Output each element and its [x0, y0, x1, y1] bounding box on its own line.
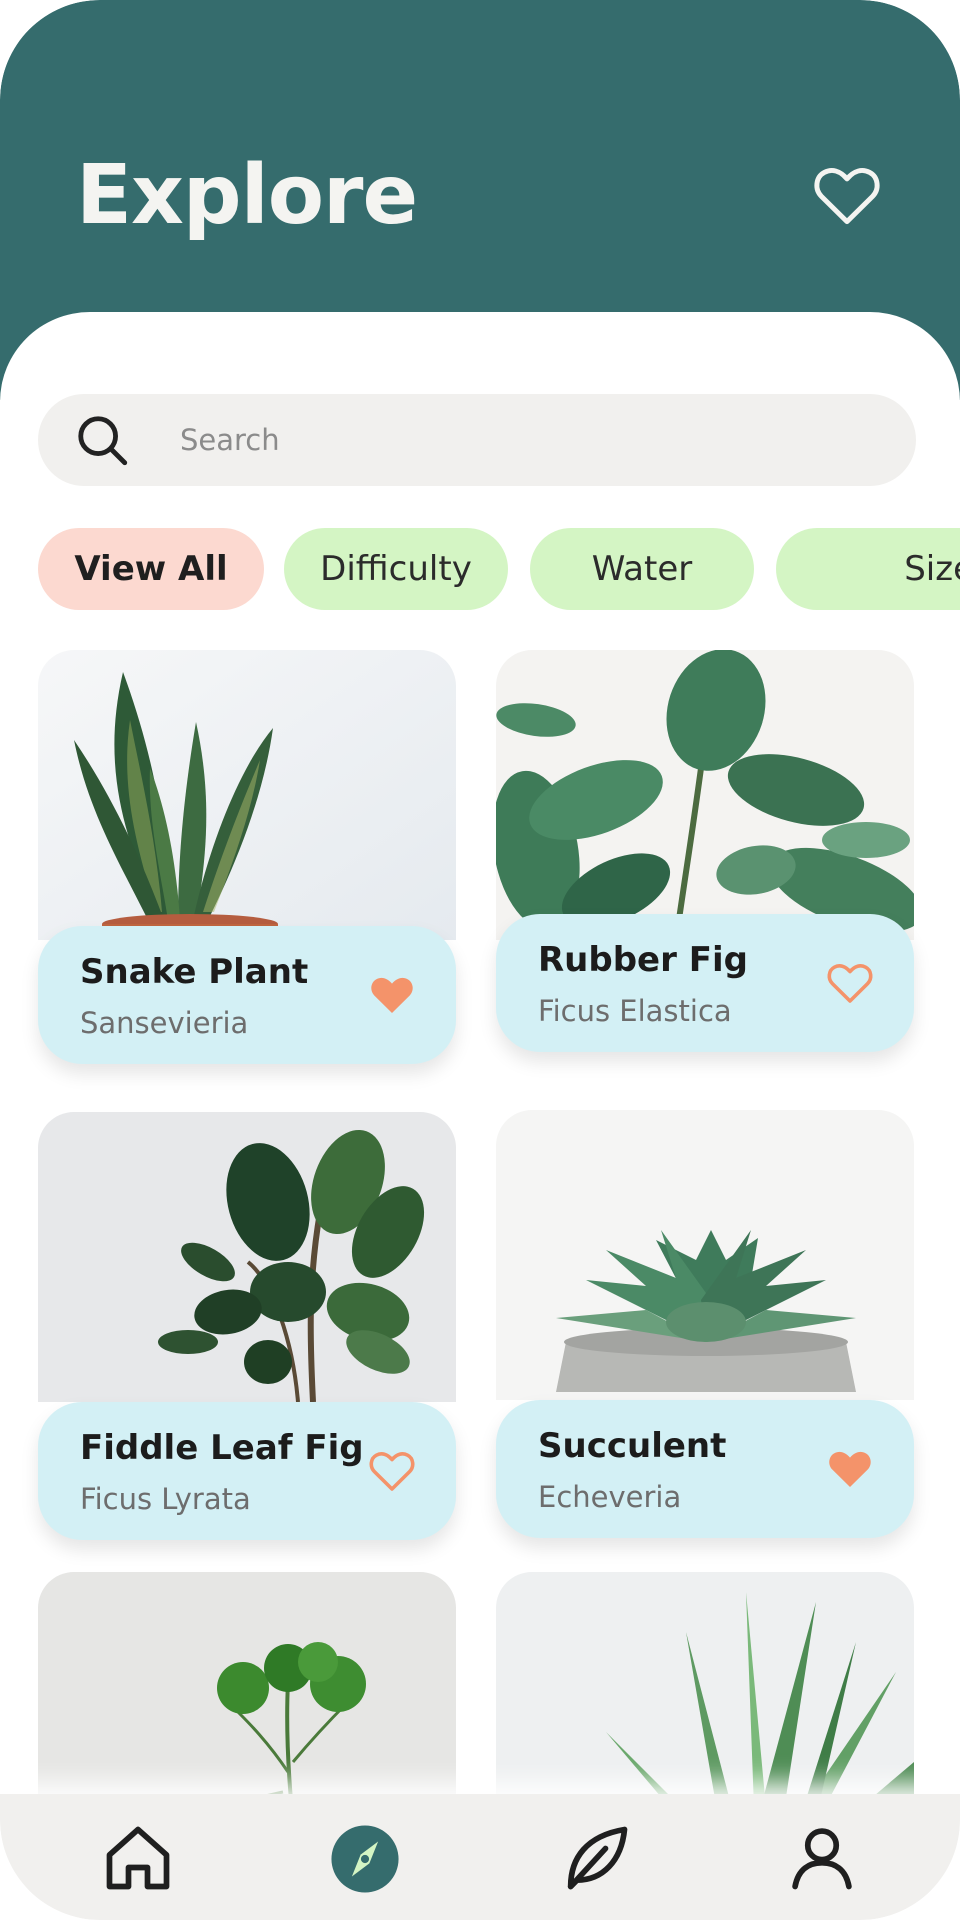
profile-icon[interactable] [784, 1820, 860, 1896]
plant-card[interactable]: Fiddle Leaf Fig Ficus Lyrata [38, 1112, 456, 1540]
heart-filled-icon[interactable] [826, 1446, 874, 1490]
plant-scientific-name: Ficus Lyrata [80, 1482, 251, 1516]
filter-chips: View All Difficulty Water Size [0, 528, 960, 610]
plant-scientific-name: Ficus Elastica [538, 994, 732, 1028]
chip-label: Difficulty [320, 549, 472, 589]
chip-label: View All [74, 549, 228, 589]
search-bar[interactable] [38, 394, 916, 486]
plant-card[interactable]: Snake Plant Sansevieria [38, 650, 456, 1072]
plant-name: Succulent [538, 1426, 727, 1466]
heart-outline-icon[interactable] [812, 162, 882, 226]
bottom-nav [0, 1794, 960, 1920]
plant-scientific-name: Sansevieria [80, 1006, 249, 1040]
compass-icon[interactable] [330, 1824, 400, 1894]
succulent-image [496, 1110, 914, 1400]
chip-water[interactable]: Water [530, 528, 754, 610]
page-title: Explore [76, 148, 418, 243]
search-input[interactable] [180, 394, 880, 486]
chip-view-all[interactable]: View All [38, 528, 264, 610]
plant-card[interactable]: Succulent Echeveria [496, 1110, 914, 1538]
snake-plant-image [38, 650, 456, 940]
plant-scientific-name: Echeveria [538, 1480, 682, 1514]
heart-filled-icon[interactable] [368, 972, 416, 1016]
rubber-fig-image [496, 650, 914, 940]
heart-outline-icon[interactable] [368, 1448, 416, 1492]
chip-label: Size [904, 549, 960, 589]
home-icon[interactable] [100, 1820, 176, 1896]
plant-card-info: Succulent Echeveria [496, 1400, 914, 1538]
chip-size[interactable]: Size [776, 528, 960, 610]
content-panel: View All Difficulty Water Size [0, 312, 960, 1920]
chip-difficulty[interactable]: Difficulty [284, 528, 508, 610]
plant-card-info: Snake Plant Sansevieria [38, 926, 456, 1064]
app-screen: Explore View All Difficulty Water Size [0, 0, 960, 1920]
plant-name: Rubber Fig [538, 940, 748, 980]
chip-label: Water [591, 549, 693, 589]
search-icon [78, 416, 128, 466]
plant-name: Fiddle Leaf Fig [80, 1428, 364, 1468]
plant-card-info: Fiddle Leaf Fig Ficus Lyrata [38, 1402, 456, 1540]
fiddle-leaf-fig-image [38, 1112, 456, 1402]
plant-name: Snake Plant [80, 952, 309, 992]
leaf-icon[interactable] [558, 1820, 634, 1896]
plant-card-info: Rubber Fig Ficus Elastica [496, 914, 914, 1052]
plant-card[interactable]: Rubber Fig Ficus Elastica [496, 650, 914, 1074]
heart-outline-icon[interactable] [826, 960, 874, 1004]
